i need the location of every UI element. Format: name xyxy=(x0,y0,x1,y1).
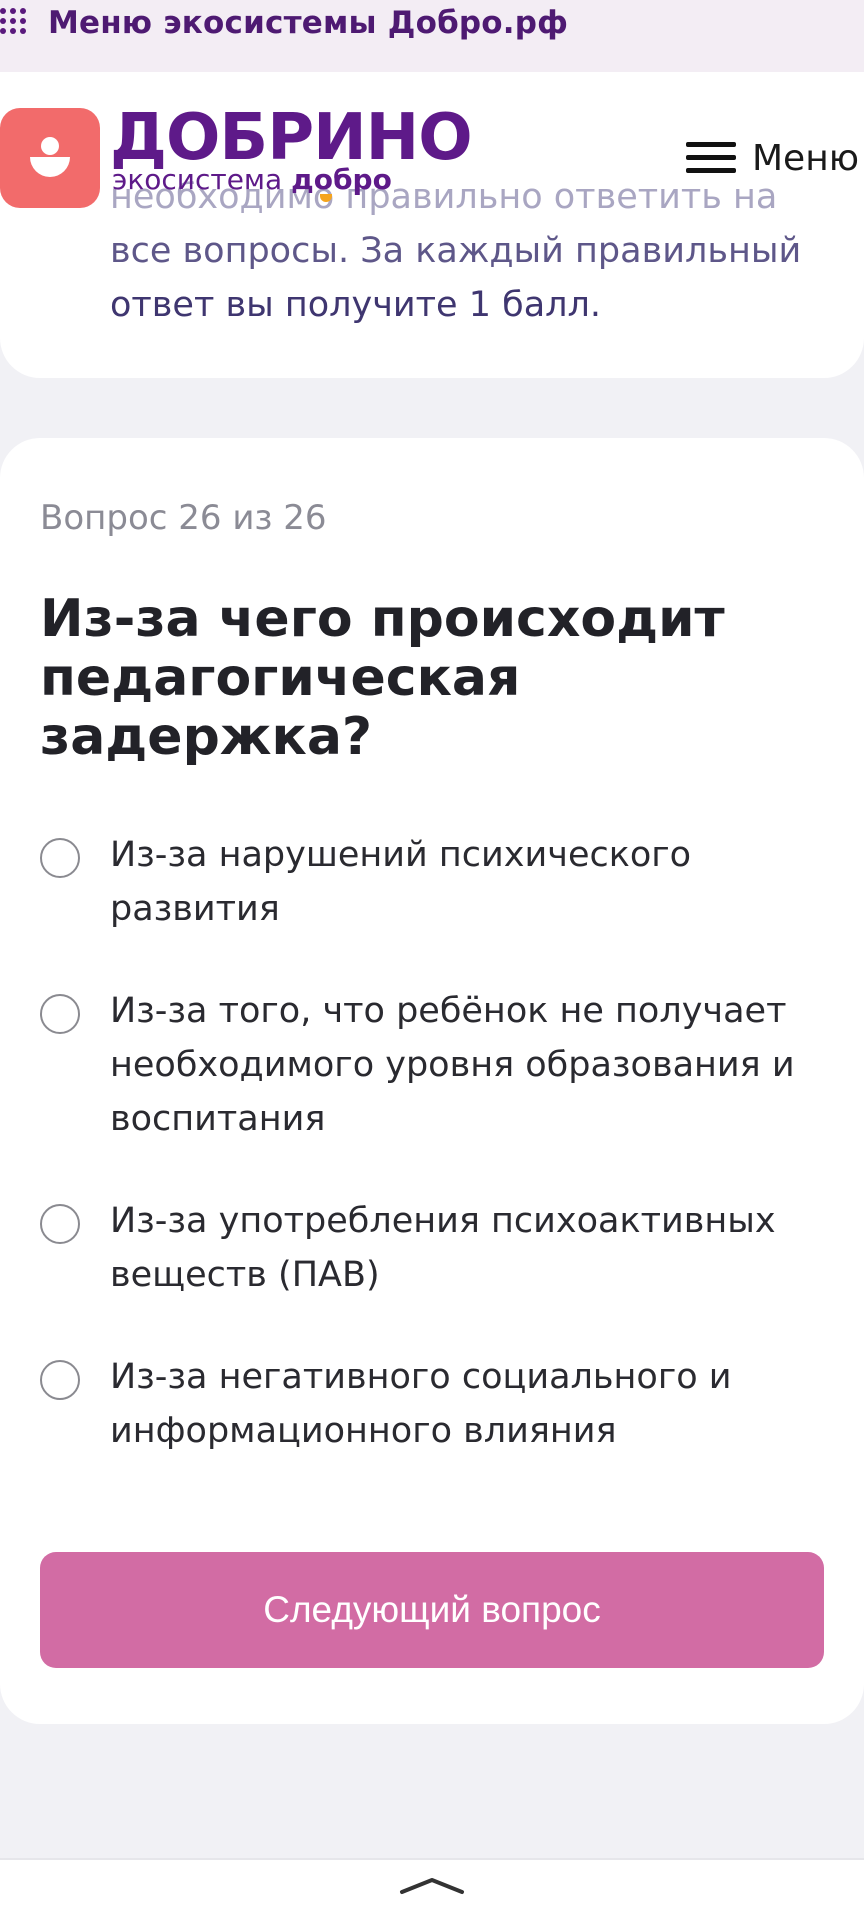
question-title: Из-за чего происходит педагогическая зад… xyxy=(40,589,725,767)
burger-menu-icon xyxy=(686,140,736,176)
answer-option[interactable]: Из-за употребления психоактивных веществ… xyxy=(40,1194,840,1302)
answer-option-label[interactable]: Из-за употребления психоактивных веществ… xyxy=(110,1194,838,1302)
brand-accent-mark xyxy=(320,194,332,202)
radio-unchecked-icon[interactable] xyxy=(40,1360,80,1400)
brand-subtitle: экосистема добро xyxy=(112,162,392,202)
answer-option[interactable]: Из-за нарушений психического развития xyxy=(40,828,840,936)
brand-sub-prefix: экосистема xyxy=(112,163,283,196)
question-counter: Вопрос 26 из 26 xyxy=(40,498,327,538)
question-card: Вопрос 26 из 26 Из-за чего происходит пе… xyxy=(0,438,864,1724)
site-header: ДОБРИНО экосистема добро Меню xyxy=(0,101,864,208)
dots-grid-icon xyxy=(0,8,26,38)
caret-up-icon[interactable] xyxy=(398,1876,466,1896)
bottom-bar xyxy=(0,1858,864,1920)
person-logo-icon xyxy=(25,133,75,183)
answer-option[interactable]: Из-за негативного социального и информац… xyxy=(40,1350,840,1458)
radio-unchecked-icon[interactable] xyxy=(40,994,80,1034)
radio-unchecked-icon[interactable] xyxy=(40,838,80,878)
screen: Меню экосистемы Добро.рф необходимо прав… xyxy=(0,0,864,1920)
intro-line-2: все вопросы. За каждый правильный xyxy=(110,231,802,271)
answer-option[interactable]: Из-за того, что ребёнок не получает необ… xyxy=(40,984,840,1146)
logo-badge[interactable] xyxy=(0,108,100,208)
answer-option-label[interactable]: Из-за того, что ребёнок не получает необ… xyxy=(110,984,838,1146)
answer-option-label[interactable]: Из-за негативного социального и информац… xyxy=(110,1350,838,1458)
radio-unchecked-icon[interactable] xyxy=(40,1204,80,1244)
ecosystem-menu-bar[interactable]: Меню экосистемы Добро.рф xyxy=(0,0,864,72)
answer-option-label[interactable]: Из-за нарушений психического развития xyxy=(110,828,838,936)
ecosystem-menu-label[interactable]: Меню экосистемы Добро.рф xyxy=(48,5,568,41)
menu-label: Меню xyxy=(752,137,860,179)
next-question-button[interactable]: Следующий вопрос xyxy=(40,1552,824,1668)
menu-button[interactable]: Меню xyxy=(686,132,859,184)
intro-line-3: ответ вы получите 1 балл. xyxy=(110,285,602,325)
brand-sub-strong: добро xyxy=(291,163,392,196)
